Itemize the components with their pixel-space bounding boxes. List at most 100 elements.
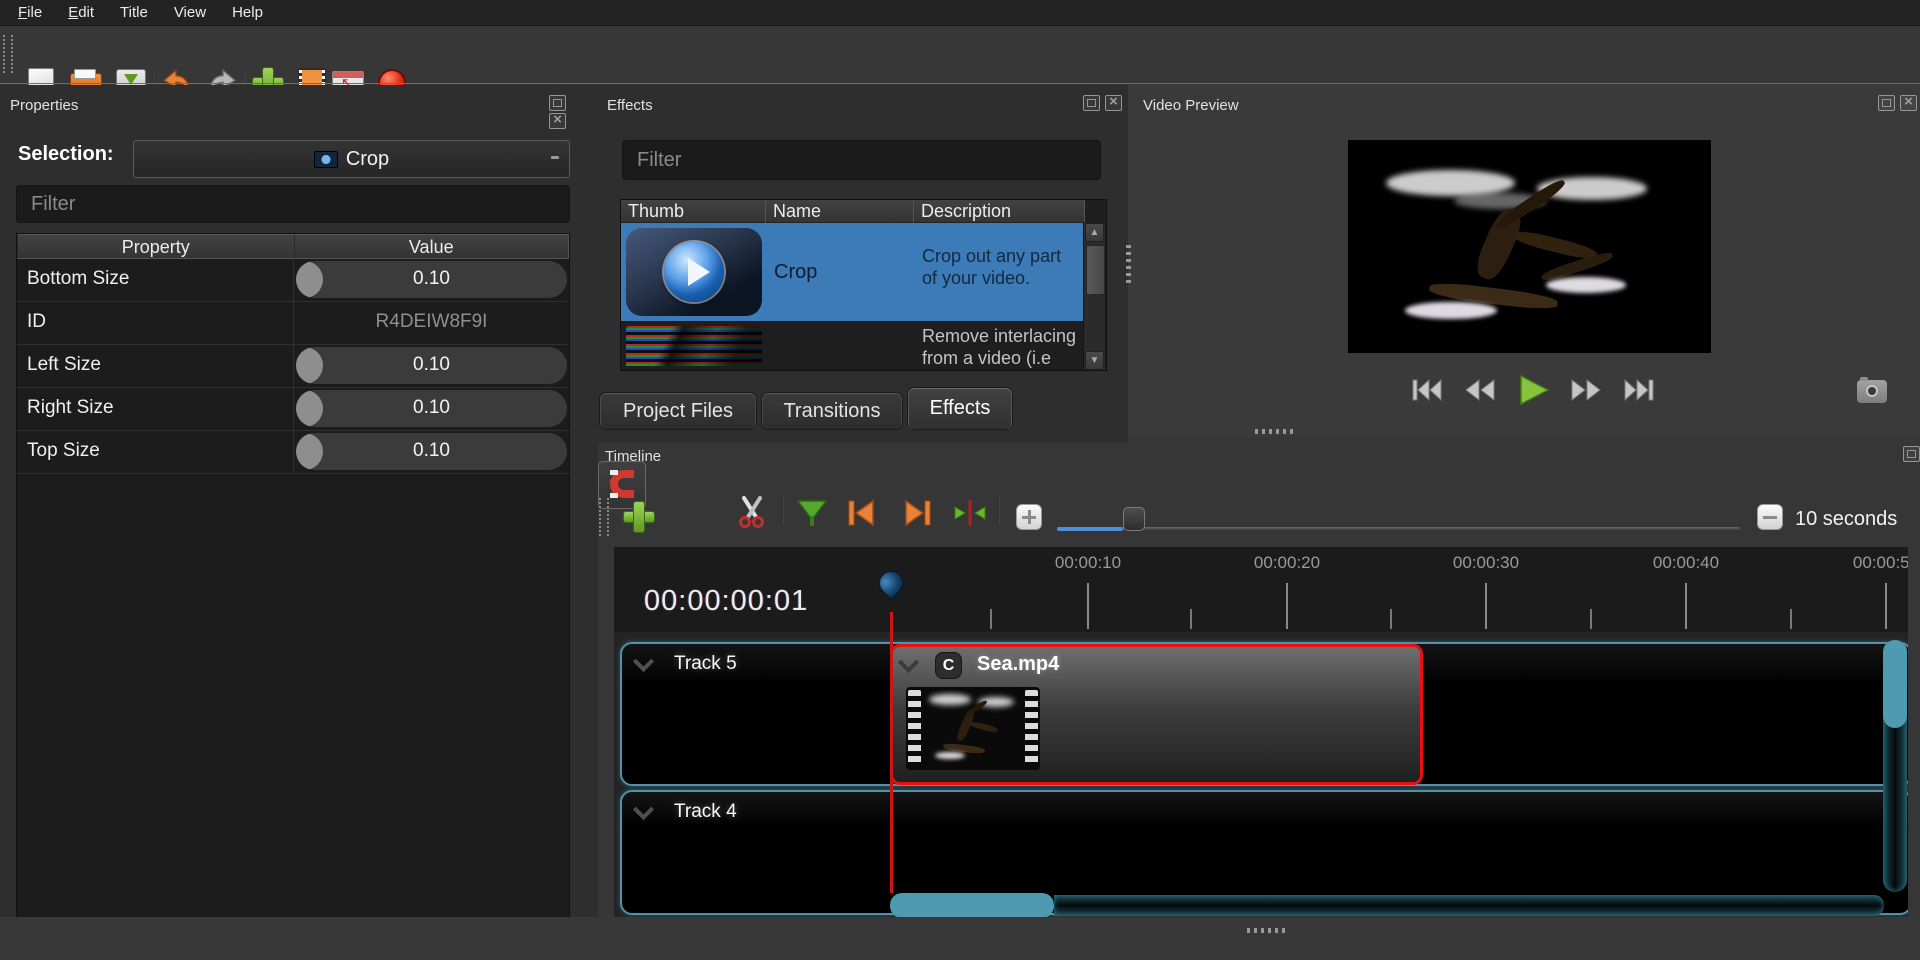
- zoom-slider-handle[interactable]: [1123, 507, 1145, 531]
- property-value-slider[interactable]: 0.10: [294, 345, 569, 387]
- vertical-scrollbar-thumb[interactable]: [1883, 640, 1907, 728]
- ruler-tick: [1286, 583, 1288, 629]
- properties-panel: Properties Selection: Crop Property Valu…: [0, 85, 598, 918]
- horizontal-scrollbar-thumb[interactable]: [890, 893, 1054, 917]
- ruler-tick-minor: [1190, 609, 1192, 629]
- effects-filter-input[interactable]: [623, 141, 1100, 179]
- scrollbar-thumb[interactable]: [1086, 245, 1105, 295]
- ruler-label: 00:00:40: [1626, 553, 1746, 573]
- effects-panel: Effects Thumb Name Description Crop Crop…: [598, 85, 1128, 443]
- add-marker-icon[interactable]: [795, 497, 829, 529]
- clip-sea-mp4[interactable]: C Sea.mp4: [890, 644, 1423, 785]
- play-button[interactable]: [1516, 374, 1552, 402]
- menu-edit[interactable]: Edit: [68, 4, 94, 21]
- property-name: Left Size: [17, 345, 294, 387]
- ruler-label: 00:00:50: [1826, 553, 1908, 573]
- selection-dropdown[interactable]: Crop: [133, 140, 570, 178]
- property-name: ID: [17, 302, 294, 344]
- center-on-playhead-icon[interactable]: [952, 498, 988, 528]
- properties-table-header: Property Value: [17, 234, 569, 259]
- clip-effect-badge[interactable]: C: [935, 652, 962, 679]
- zoom-out-icon[interactable]: [1757, 504, 1783, 530]
- ruler-tick: [1685, 583, 1687, 629]
- property-name: Right Size: [17, 388, 294, 430]
- selection-label: Selection:: [18, 143, 114, 166]
- previous-marker-icon[interactable]: [845, 498, 879, 528]
- dropdown-arrow-icon: [551, 156, 559, 159]
- property-name: Bottom Size: [17, 259, 294, 301]
- playhead-line[interactable]: [890, 612, 893, 893]
- effect-row-crop[interactable]: Crop Crop out any part of your video.: [621, 223, 1085, 321]
- property-value-slider[interactable]: 0.10: [294, 259, 569, 301]
- add-track-icon[interactable]: [622, 500, 656, 534]
- track-name: Track 5: [674, 653, 737, 675]
- toolbar-separator: [782, 495, 784, 525]
- ruler-tick-minor: [1590, 609, 1592, 629]
- menu-help[interactable]: Help: [232, 4, 263, 21]
- float-panel-icon[interactable]: [549, 95, 566, 111]
- fast-forward-button[interactable]: [1568, 376, 1604, 404]
- jump-to-end-button[interactable]: [1620, 376, 1656, 404]
- razor-scissors-icon[interactable]: [736, 495, 768, 529]
- timeline-zoom-slider[interactable]: [1057, 527, 1740, 531]
- panel-splitter-handle[interactable]: [1255, 429, 1293, 434]
- float-panel-icon[interactable]: [1878, 95, 1895, 111]
- scroll-down-icon[interactable]: ▼: [1085, 351, 1104, 370]
- ruler-tick-minor: [1390, 609, 1392, 629]
- chevron-down-icon[interactable]: [898, 652, 919, 673]
- effects-table-header: Thumb Name Description: [621, 200, 1106, 223]
- toolbar-drag-handle[interactable]: [3, 35, 13, 73]
- zoom-scale-label[interactable]: 10 seconds: [1795, 508, 1897, 531]
- clip-thumbnail-icon: [314, 151, 338, 168]
- property-value: 0.10: [296, 354, 567, 376]
- panel-splitter-handle[interactable]: [1126, 245, 1131, 285]
- timeline-panel: Timeline 10 seconds 00:00:00:01: [598, 443, 1920, 917]
- menu-view[interactable]: View: [174, 4, 206, 21]
- clip-thumbnail-image: [923, 690, 1023, 767]
- tab-effects[interactable]: Effects: [907, 387, 1013, 430]
- scroll-up-icon[interactable]: ▲: [1085, 223, 1104, 242]
- timeline-ruler[interactable]: 00:00:00:01 00:00:10 00:00:20 00:00:30 0…: [614, 547, 1908, 632]
- next-marker-icon[interactable]: [900, 498, 934, 528]
- ruler-tick-minor: [990, 609, 992, 629]
- table-row: ID R4DEIW8F9I: [17, 302, 569, 345]
- horizontal-scrollbar-track[interactable]: [1054, 895, 1884, 916]
- video-preview-image: [1368, 161, 1675, 337]
- property-value-slider[interactable]: 0.10: [294, 431, 569, 473]
- video-preview-panel: Video Preview: [1128, 85, 1920, 437]
- property-value: 0.10: [296, 397, 567, 419]
- rewind-button[interactable]: [1462, 376, 1498, 404]
- chevron-down-icon[interactable]: [633, 799, 654, 820]
- bottom-splitter-strip: [0, 917, 1920, 960]
- properties-panel-title: Properties: [10, 97, 78, 114]
- deinterlace-effect-thumbnail: [626, 326, 762, 366]
- effects-scrollbar[interactable]: ▲ ▼: [1083, 223, 1105, 370]
- menu-title[interactable]: Title: [120, 4, 148, 21]
- tab-project-files[interactable]: Project Files: [599, 392, 757, 430]
- float-panel-icon[interactable]: [1903, 446, 1920, 462]
- close-panel-icon[interactable]: [1900, 95, 1917, 111]
- panel-splitter-handle[interactable]: [1247, 928, 1285, 933]
- menu-bar: File Edit Title View Help: [0, 0, 1920, 26]
- property-value-readonly: R4DEIW8F9I: [294, 302, 569, 344]
- toolbar-separator-line: [0, 83, 1920, 84]
- chevron-down-icon[interactable]: [633, 651, 654, 672]
- zoom-in-icon[interactable]: [1016, 504, 1042, 530]
- timeline-toolbar-drag-handle[interactable]: [599, 498, 609, 536]
- description-column-header: Description: [914, 200, 1085, 223]
- property-value-slider[interactable]: 0.10: [294, 388, 569, 430]
- effect-row-deinterlace[interactable]: Remove interlacing from a video (i.e: [621, 321, 1085, 371]
- close-panel-icon[interactable]: [549, 113, 566, 129]
- properties-filter-input[interactable]: [17, 186, 569, 222]
- ruler-tick: [1087, 583, 1089, 629]
- filmstrip-sprockets: [1025, 690, 1038, 767]
- menu-file[interactable]: File: [18, 4, 42, 21]
- float-panel-icon[interactable]: [1083, 95, 1100, 111]
- effect-name: [766, 321, 914, 371]
- snapshot-camera-icon[interactable]: [1857, 380, 1887, 403]
- property-value: 0.10: [296, 440, 567, 462]
- properties-table: Property Value Bottom Size 0.10 ID R4DEI…: [16, 233, 570, 918]
- tab-transitions[interactable]: Transitions: [761, 392, 903, 430]
- jump-to-start-button[interactable]: [1410, 376, 1446, 404]
- close-panel-icon[interactable]: [1105, 95, 1122, 111]
